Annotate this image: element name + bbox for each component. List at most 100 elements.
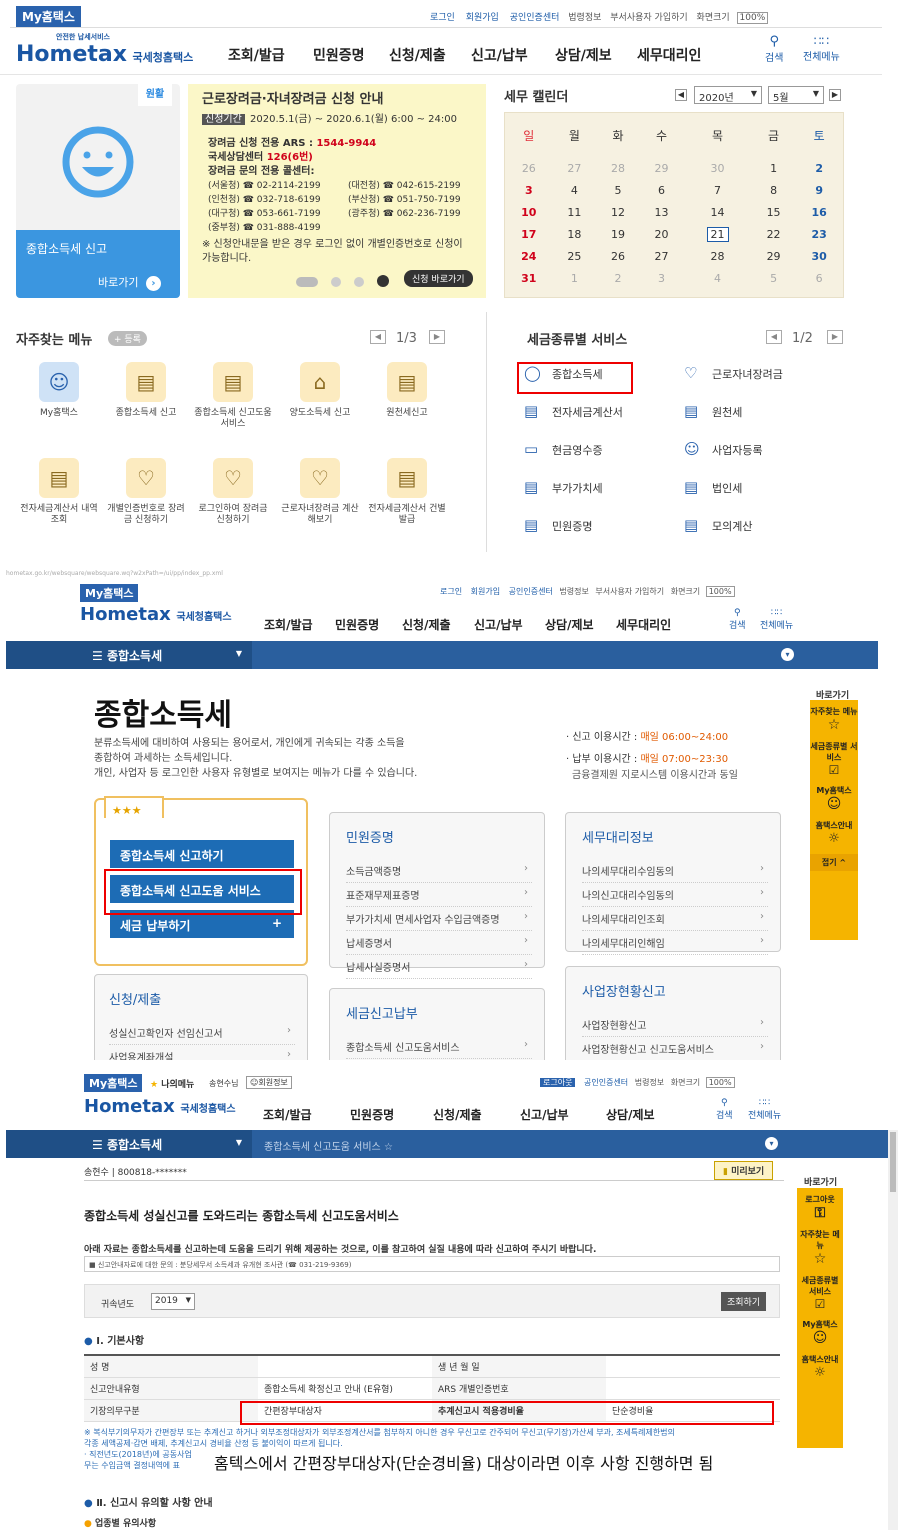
menu-item[interactable]: 민원증명 [313, 45, 365, 65]
search-button[interactable]: ⚲ 검색 [729, 608, 746, 631]
tax-service-item[interactable]: ☺ 사업자등록 [684, 440, 763, 458]
cert-link[interactable]: 공인인증센터 [510, 13, 560, 23]
logout-button[interactable]: 로그아웃 [540, 1078, 576, 1087]
sidebar-item-logout[interactable]: 로그아웃 ⚿ [797, 1188, 843, 1221]
frequent-menu-item[interactable]: ♡ 로그인하여 장려금 신청하기 [190, 458, 276, 526]
menu-item[interactable]: 조회/발급 [228, 45, 285, 65]
calendar-day[interactable]: 1 [553, 267, 597, 289]
hometax-logo[interactable]: Hometax 국세청홈택스 [84, 1096, 236, 1117]
menu-item[interactable]: 조회/발급 [264, 616, 313, 633]
calendar-day[interactable]: 21 [683, 223, 751, 245]
collapse-icon[interactable]: ▾ [781, 648, 794, 661]
menu-item[interactable]: 상담/제보 [545, 616, 594, 633]
my-hometax-tab[interactable]: My홈택스 [80, 584, 139, 602]
section-nav-dropdown[interactable]: ☰ 종합소득세 ▼ [6, 641, 252, 669]
tax-service-item[interactable]: ▤ 부가가치세 [524, 478, 603, 496]
all-menu-button[interactable]: ∷∷ 전체메뉴 [748, 1098, 781, 1121]
calendar-day[interactable]: 27 [553, 157, 597, 179]
add-menu-button[interactable]: + 등록 [108, 331, 147, 346]
list-item[interactable]: 성실신고확인자 선임신고서 [109, 1021, 295, 1045]
calendar-day[interactable]: 17 [505, 223, 553, 245]
calendar-day[interactable]: 28 [683, 245, 751, 267]
collapse-icon[interactable]: ▾ [765, 1137, 778, 1150]
cert-link[interactable]: 공인인증센터 [509, 587, 553, 596]
star-icon[interactable]: ☆ [384, 1142, 393, 1153]
sidebar-item-tax-service[interactable]: 세금종류별 서비스 ☑ [810, 733, 858, 777]
list-item[interactable]: 종합소득세 신고도움서비스 [346, 1035, 532, 1059]
calendar-day[interactable]: 12 [596, 201, 640, 223]
menu-item[interactable]: 조회/발급 [263, 1106, 312, 1123]
calendar-day[interactable]: 5 [752, 267, 796, 289]
calendar-day[interactable]: 31 [505, 267, 553, 289]
calendar-day[interactable]: 6 [640, 179, 684, 201]
calendar-day[interactable]: 27 [640, 245, 684, 267]
calendar-day[interactable]: 22 [752, 223, 796, 245]
law-link[interactable]: 법령정보 [568, 13, 601, 23]
tax-prev-button[interactable]: ◀ [766, 330, 782, 344]
law-link[interactable]: 법령정보 [559, 587, 588, 596]
sidebar-item-my-hometax[interactable]: My홈택스 ☺ [797, 1311, 843, 1346]
tax-service-item[interactable]: ▤ 전자세금계산서 [524, 402, 623, 420]
calendar-day[interactable]: 18 [553, 223, 597, 245]
calendar-day[interactable]: 29 [640, 157, 684, 179]
calendar-day[interactable]: 24 [505, 245, 553, 267]
carousel-dots[interactable] [296, 272, 390, 291]
calendar-day[interactable]: 29 [752, 245, 796, 267]
calendar-day[interactable]: 3 [505, 179, 553, 201]
menu-item[interactable]: 신고/납부 [471, 45, 528, 65]
apply-button[interactable]: 신청 바로가기 [404, 270, 473, 287]
calendar-day[interactable]: 25 [553, 245, 597, 267]
menu-item[interactable]: 신청/제출 [433, 1106, 482, 1123]
month-select[interactable]: 5월 ▼ [768, 86, 824, 104]
my-menu-link[interactable]: ★ 나의메뉴 [150, 1077, 194, 1090]
join-link[interactable]: 회원가입 [466, 13, 499, 23]
section-nav-dropdown[interactable]: ☰ 종합소득세 ▼ [6, 1130, 252, 1158]
hometax-logo[interactable]: 안전한 납세서비스 Hometax 국세청홈택스 [16, 32, 193, 67]
year-select[interactable]: 2020년 ▼ [694, 86, 762, 104]
login-link[interactable]: 로그인 [440, 587, 462, 596]
tax-next-button[interactable]: ▶ [827, 330, 843, 344]
menu-item[interactable]: 세무대리인 [616, 616, 671, 633]
list-item[interactable]: 나의신고대리수임동의 [582, 883, 768, 907]
tile-go-button[interactable]: 바로가기 › [98, 274, 161, 291]
all-menu-button[interactable]: ∷∷ 전체메뉴 [803, 34, 840, 63]
prev-year-button[interactable]: ◀ [675, 89, 687, 101]
dot[interactable] [354, 277, 365, 287]
calendar-day[interactable]: 7 [683, 179, 751, 201]
menu-item[interactable]: 신고/납부 [520, 1106, 569, 1123]
calendar-day[interactable]: 15 [752, 201, 796, 223]
calendar-day[interactable]: 30 [795, 245, 843, 267]
list-item[interactable]: 나의세무대리수임동의 [582, 859, 768, 883]
calendar-day[interactable]: 4 [683, 267, 751, 289]
all-menu-button[interactable]: ∷∷ 전체메뉴 [760, 608, 793, 631]
scrollbar[interactable] [888, 1130, 898, 1530]
frequent-menu-item[interactable]: ♡ 근로자녀장려금 계산해보기 [277, 458, 363, 526]
list-item[interactable]: 소득금액증명 [346, 859, 532, 883]
calendar-day[interactable]: 2 [795, 157, 843, 179]
menu-item[interactable]: 세무대리인 [637, 45, 701, 65]
menu-item[interactable]: 민원증명 [350, 1106, 394, 1123]
sidebar-item-guide[interactable]: 홈택스안내 ☼ [810, 812, 858, 846]
calendar-day[interactable]: 20 [640, 223, 684, 245]
calendar-day[interactable]: 28 [596, 157, 640, 179]
list-item[interactable]: 사업장현황신고 [582, 1013, 768, 1037]
list-item[interactable]: 나의세무대리인해임 [582, 931, 768, 955]
quick-tile[interactable]: 원활 종합소득세 신고 바로가기 › [16, 84, 180, 298]
calendar-day[interactable]: 2 [596, 267, 640, 289]
hometax-logo[interactable]: Hometax 국세청홈택스 [80, 604, 232, 625]
frequent-menu-item[interactable]: ▤ 종합소득세 신고도움 서비스 [190, 362, 276, 430]
year-select[interactable]: 2019 ▼ [151, 1293, 195, 1310]
calendar-day[interactable]: 3 [640, 267, 684, 289]
menu-item[interactable]: 상담/제보 [555, 45, 612, 65]
tax-service-item[interactable]: ▤ 원천세 [684, 402, 742, 420]
next-month-button[interactable]: ▶ [829, 89, 841, 101]
search-button[interactable]: ⚲ 검색 [716, 1098, 733, 1121]
tax-service-item[interactable]: ♡ 근로자녀장려금 [684, 364, 783, 382]
calendar-day[interactable]: 9 [795, 179, 843, 201]
tax-service-item[interactable]: ▤ 민원증명 [524, 516, 592, 534]
calendar-day[interactable]: 5 [596, 179, 640, 201]
list-item[interactable]: 표준재무제표증명 [346, 883, 532, 907]
user-info-button[interactable]: ☺회원정보 [246, 1076, 292, 1089]
frequent-menu-item[interactable]: ▤ 전자세금계산서 내역조회 [16, 458, 102, 526]
law-link[interactable]: 법령정보 [635, 1078, 664, 1087]
